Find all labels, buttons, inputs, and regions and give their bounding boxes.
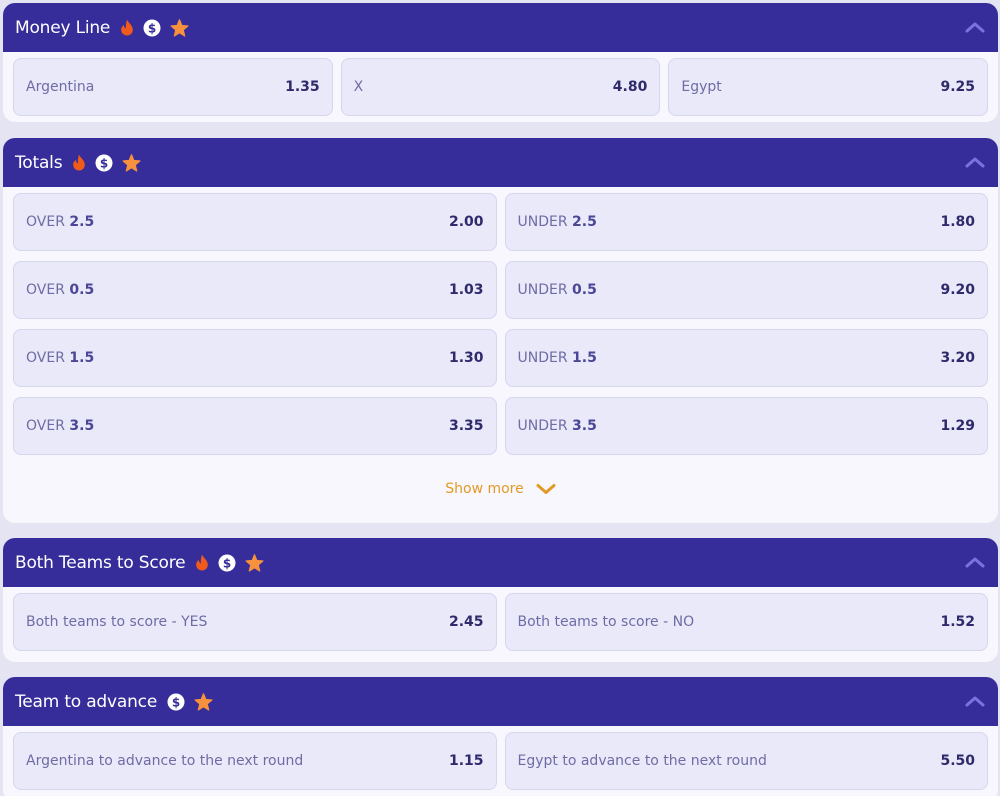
odd-button-over-1-5[interactable]: OVER 1.5 1.30 — [13, 329, 497, 387]
advance-section: Team to advance $ Argentina to advance t… — [3, 677, 998, 796]
dollar-icon: $ — [167, 693, 185, 711]
odd-button-btts-no[interactable]: Both teams to score - NO 1.52 — [504, 593, 988, 651]
odd-button-argentina[interactable]: Argentina 1.35 — [13, 58, 333, 116]
outcome-label: UNDER 0.5 — [517, 282, 597, 298]
odds-value: 1.15 — [448, 753, 484, 769]
odd-button-over-2-5[interactable]: OVER 2.5 2.00 — [13, 193, 497, 251]
section-title: Team to advance — [15, 691, 158, 712]
fire-icon — [195, 554, 209, 571]
section-title: Money Line — [15, 17, 111, 38]
outcome-label: UNDER 3.5 — [517, 418, 597, 434]
odd-button-over-3-5[interactable]: OVER 3.5 3.35 — [13, 397, 497, 455]
svg-text:$: $ — [172, 695, 180, 709]
outcome-label: UNDER 2.5 — [517, 214, 597, 230]
outcome-label: Egypt to advance to the next round — [517, 753, 767, 769]
money-line-header[interactable]: Money Line $ — [3, 3, 998, 52]
collapse-chevron-icon[interactable] — [964, 153, 986, 171]
odd-button-btts-yes[interactable]: Both teams to score - YES 2.45 — [13, 593, 497, 651]
odds-value: 5.50 — [940, 753, 975, 769]
odd-button-egypt[interactable]: Egypt 9.25 — [668, 58, 989, 116]
odds-value: 1.29 — [940, 418, 975, 434]
chevron-down-icon — [536, 480, 556, 499]
fire-icon — [120, 19, 134, 36]
odds-value: 9.25 — [940, 79, 976, 95]
show-more-button[interactable]: Show more — [3, 455, 998, 523]
totals-section: Totals $ OVER 2.5 2.00 UNDER 2.5 1.80 OV… — [3, 138, 998, 523]
totals-header[interactable]: Totals $ — [3, 138, 998, 187]
section-title: Both Teams to Score — [15, 552, 186, 573]
collapse-chevron-icon[interactable] — [964, 553, 986, 571]
outcome-label: OVER 0.5 — [26, 282, 95, 298]
dollar-icon: $ — [143, 19, 161, 37]
odds-value: 2.00 — [448, 214, 484, 230]
outcome-label: UNDER 1.5 — [517, 350, 597, 366]
odd-button-under-0-5[interactable]: UNDER 0.5 9.20 — [504, 261, 988, 319]
advance-header[interactable]: Team to advance $ — [3, 677, 998, 726]
outcome-label: Egypt — [681, 79, 722, 95]
odds-value: 1.03 — [448, 282, 484, 298]
dollar-icon: $ — [95, 154, 113, 172]
outcome-label: Both teams to score - NO — [517, 614, 695, 630]
btts-header[interactable]: Both Teams to Score $ — [3, 538, 998, 587]
fire-icon — [72, 154, 86, 171]
odd-button-under-1-5[interactable]: UNDER 1.5 3.20 — [504, 329, 988, 387]
collapse-chevron-icon[interactable] — [964, 692, 986, 710]
svg-text:$: $ — [148, 21, 156, 35]
odd-button-argentina-advance[interactable]: Argentina to advance to the next round 1… — [13, 732, 497, 790]
outcome-label: Both teams to score - YES — [26, 614, 208, 630]
dollar-icon: $ — [218, 554, 236, 572]
outcome-label: X — [353, 79, 364, 95]
star-icon[interactable] — [245, 553, 264, 572]
outcome-label: OVER 1.5 — [26, 350, 95, 366]
odds-value: 3.35 — [448, 418, 484, 434]
odds-value: 4.80 — [612, 79, 648, 95]
svg-text:$: $ — [223, 556, 231, 570]
odds-value: 9.20 — [940, 282, 975, 298]
odd-button-under-3-5[interactable]: UNDER 3.5 1.29 — [504, 397, 988, 455]
star-icon[interactable] — [122, 153, 141, 172]
outcome-label: OVER 2.5 — [26, 214, 95, 230]
odd-button-egypt-advance[interactable]: Egypt to advance to the next round 5.50 — [504, 732, 988, 790]
star-icon[interactable] — [170, 18, 189, 37]
outcome-label: Argentina — [26, 79, 95, 95]
odds-value: 2.45 — [448, 614, 484, 630]
odds-value: 1.80 — [940, 214, 975, 230]
money-line-section: Money Line $ Argentina 1.35 X 4.80 Egypt — [3, 3, 998, 122]
section-title: Totals — [15, 152, 63, 173]
odds-value: 1.35 — [285, 79, 320, 95]
btts-section: Both Teams to Score $ Both teams to scor… — [3, 538, 998, 662]
outcome-label: Argentina to advance to the next round — [26, 753, 304, 769]
odds-value: 3.20 — [940, 350, 975, 366]
odd-button-under-2-5[interactable]: UNDER 2.5 1.80 — [504, 193, 988, 251]
outcome-label: OVER 3.5 — [26, 418, 95, 434]
show-more-label: Show more — [445, 481, 524, 497]
odds-value: 1.30 — [448, 350, 484, 366]
odd-button-over-0-5[interactable]: OVER 0.5 1.03 — [13, 261, 497, 319]
odd-button-draw[interactable]: X 4.80 — [340, 58, 661, 116]
odds-value: 1.52 — [940, 614, 975, 630]
star-icon[interactable] — [194, 692, 213, 711]
collapse-chevron-icon[interactable] — [964, 18, 986, 36]
svg-text:$: $ — [100, 156, 108, 170]
